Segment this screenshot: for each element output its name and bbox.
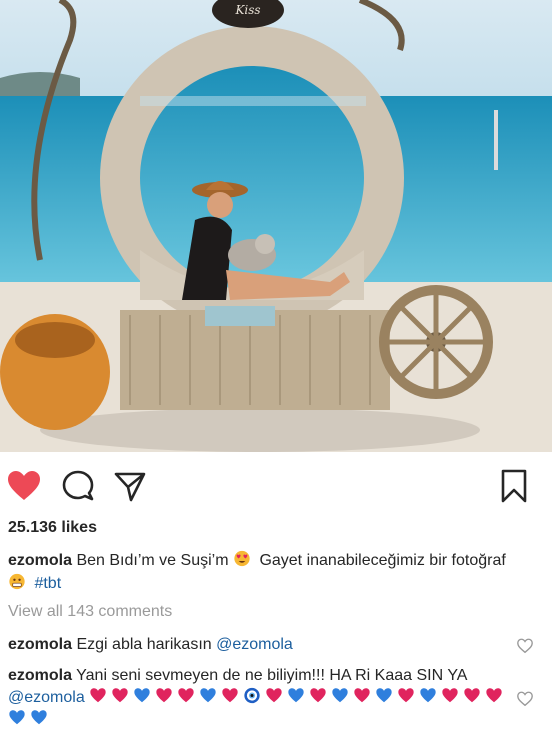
blue-heart-emoji-icon — [9, 710, 25, 725]
red-heart-emoji-icon — [442, 688, 458, 703]
likes-count[interactable]: 25.136 likes — [8, 519, 97, 537]
comment-username[interactable]: ezomola — [8, 667, 72, 684]
caption-username[interactable]: ezomola — [8, 552, 72, 569]
comment-text: Ezgi abla harikasın — [76, 636, 212, 653]
red-heart-emoji-icon — [310, 688, 326, 703]
blue-heart-emoji-icon — [200, 688, 216, 703]
blue-heart-emoji-icon — [134, 688, 150, 703]
blue-heart-emoji-icon — [376, 688, 392, 703]
heart-eyes-emoji-icon — [234, 550, 250, 567]
red-heart-emoji-icon — [112, 688, 128, 703]
paper-plane-icon[interactable] — [112, 468, 148, 504]
red-heart-emoji-icon — [222, 688, 238, 703]
comment-item: ezomola Yani seni sevmeyen de ne biliyim… — [8, 665, 508, 731]
red-heart-emoji-icon — [464, 688, 480, 703]
post-caption: ezomola Ben Bıdı’m ve Suşi’m Gayet inana… — [8, 549, 528, 595]
blue-heart-emoji-icon — [31, 710, 47, 725]
comment-like-heart-icon[interactable] — [516, 690, 534, 708]
caption-text-2: Gayet inanabileceğimiz bir fotoğraf — [259, 552, 506, 569]
heart-filled-icon[interactable] — [6, 468, 42, 504]
comment-mention[interactable]: @ezomola — [216, 636, 293, 653]
view-all-comments-link[interactable]: View all 143 comments — [8, 603, 172, 621]
red-heart-emoji-icon — [266, 688, 282, 703]
blue-heart-emoji-icon — [420, 688, 436, 703]
comment-like-heart-icon[interactable] — [516, 637, 534, 655]
red-heart-emoji-icon — [90, 688, 106, 703]
red-heart-emoji-icon — [156, 688, 172, 703]
comment-bubble-icon[interactable] — [60, 468, 96, 504]
red-heart-emoji-icon — [178, 688, 194, 703]
comment-username[interactable]: ezomola — [8, 636, 72, 653]
evil-eye-emoji-icon — [244, 687, 260, 704]
grimace-emoji-icon — [9, 573, 25, 590]
comment-text: Yani seni sevmeyen de ne biliyim!!! HA R… — [76, 667, 467, 684]
comment-mention[interactable]: @ezomola — [8, 689, 85, 706]
blue-heart-emoji-icon — [288, 688, 304, 703]
red-heart-emoji-icon — [354, 688, 370, 703]
post-photo[interactable]: Kiss — [0, 0, 552, 452]
blue-heart-emoji-icon — [332, 688, 348, 703]
caption-hashtag[interactable]: #tbt — [34, 575, 61, 592]
red-heart-emoji-icon — [486, 688, 502, 703]
comment-item: ezomola Ezgi abla harikasın @ezomola — [8, 634, 508, 656]
photo-sign: Kiss — [234, 3, 260, 17]
red-heart-emoji-icon — [398, 688, 414, 703]
action-bar — [0, 462, 552, 510]
caption-text-1: Ben Bıdı’m ve Suşi’m — [76, 552, 229, 569]
bookmark-icon[interactable] — [496, 468, 532, 504]
